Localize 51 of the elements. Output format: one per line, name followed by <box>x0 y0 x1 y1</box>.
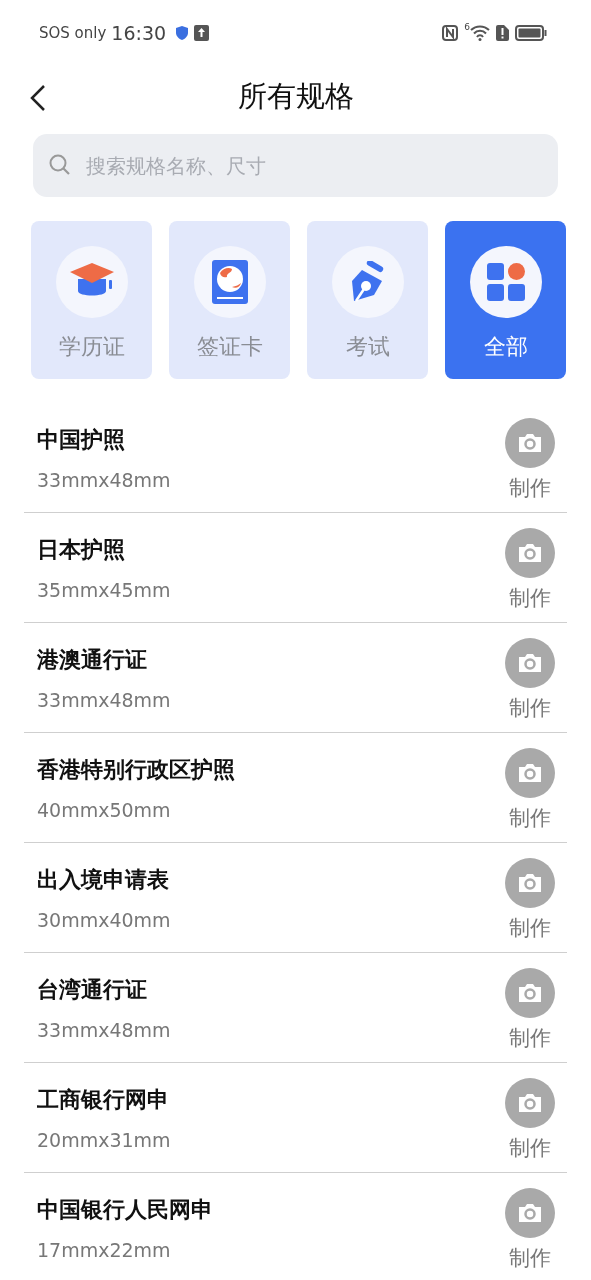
category-tab[interactable]: 考试 <box>307 221 428 379</box>
make-link[interactable]: 制作 <box>509 473 551 502</box>
spec-name: 台湾通行证 <box>37 975 148 1004</box>
camera-icon[interactable] <box>517 1202 543 1224</box>
spec-size: 17mmx22mm <box>37 1239 172 1261</box>
sim-alert-icon <box>496 25 509 41</box>
camera-icon[interactable] <box>517 431 543 454</box>
upload-icon <box>194 25 210 41</box>
make-link[interactable]: 制作 <box>509 1023 551 1052</box>
camera-icon[interactable] <box>517 1091 543 1114</box>
spec-name: 中国护照 <box>37 425 126 454</box>
spec-size: 33mmx48mm <box>37 688 172 711</box>
spec-name: 工商银行网申 <box>37 1085 170 1114</box>
category-tab[interactable]: 签证卡 <box>169 221 290 379</box>
spec-name: 港澳通行证 <box>37 645 148 674</box>
camera-icon[interactable] <box>517 871 543 894</box>
camera-icon[interactable] <box>517 651 543 674</box>
make-link[interactable]: 制作 <box>509 803 551 832</box>
make-link[interactable]: 制作 <box>509 583 551 612</box>
back-icon[interactable] <box>28 83 48 113</box>
make-link[interactable]: 制作 <box>509 913 551 942</box>
search-icon <box>49 154 71 176</box>
make-link[interactable]: 制作 <box>509 693 551 722</box>
spec-size: 35mmx45mm <box>37 578 172 601</box>
make-link[interactable]: 制作 <box>509 1133 551 1162</box>
make-link[interactable]: 制作 <box>509 1244 551 1272</box>
wifi-label: 6 <box>464 22 470 32</box>
spec-size: 40mmx50mm <box>37 798 172 821</box>
category-tab[interactable]: 全部 <box>445 221 566 379</box>
battery-icon <box>515 25 547 41</box>
camera-icon[interactable] <box>517 981 543 1004</box>
carrier-text: SOS only <box>39 24 107 42</box>
category-tab[interactable]: 学历证 <box>31 221 152 379</box>
spec-name: 中国银行人民网申 <box>37 1196 214 1224</box>
wifi-icon <box>470 25 490 41</box>
camera-icon[interactable] <box>517 541 543 564</box>
page-title: 所有规格 <box>237 78 354 115</box>
spec-size: 33mmx48mm <box>37 468 172 491</box>
apps-grid-icon <box>486 263 525 301</box>
spec-name: 香港特别行政区护照 <box>37 755 236 784</box>
spec-size: 30mmx40mm <box>37 908 172 931</box>
clock-time: 16:30 <box>111 22 167 44</box>
spec-name: 出入境申请表 <box>37 865 170 894</box>
nfc-icon <box>442 25 459 41</box>
camera-icon[interactable] <box>517 761 543 784</box>
search-field[interactable]: 搜索规格名称、尺寸 <box>33 134 558 197</box>
spec-name: 日本护照 <box>37 535 126 564</box>
shield-icon <box>176 26 189 40</box>
spec-size: 33mmx48mm <box>37 1018 172 1041</box>
spec-size: 20mmx31mm <box>37 1128 172 1151</box>
passport-globe-icon <box>211 260 248 304</box>
